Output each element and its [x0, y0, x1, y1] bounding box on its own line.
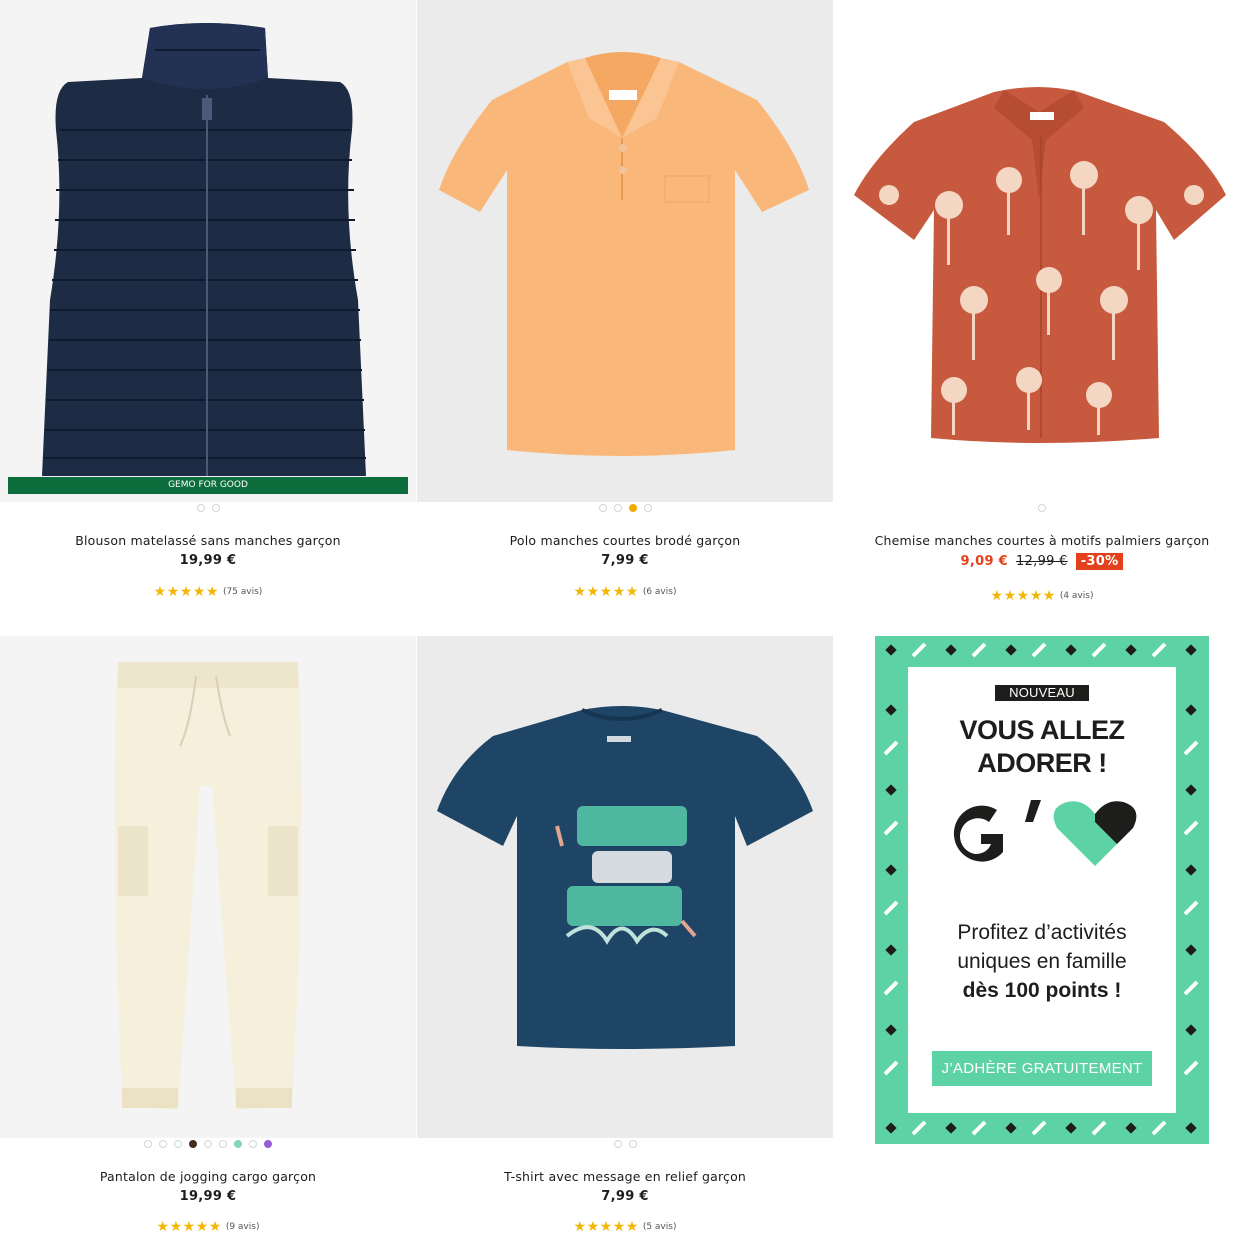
star-rating-icon: ★★★★★	[573, 584, 639, 600]
discount-badge: -30%	[1075, 553, 1124, 570]
image-pagination[interactable]	[0, 504, 416, 514]
star-rating-icon: ★★★★★	[153, 584, 219, 600]
g-heart-logo-icon	[953, 800, 1137, 866]
star-rating-icon: ★★★★★	[573, 1219, 639, 1235]
product-rating[interactable]: ★★★★★ (4 avis)	[834, 588, 1250, 604]
product-card[interactable]: T-shirt avec message en relief garçon 7,…	[417, 636, 833, 1235]
color-swatch[interactable]	[189, 1140, 197, 1148]
image-dot[interactable]	[159, 1140, 167, 1148]
product-rating[interactable]: ★★★★★ (75 avis)	[0, 584, 416, 600]
image-dot[interactable]	[628, 1140, 637, 1148]
puffer-vest-image	[42, 23, 366, 476]
promo-headline-line: ADORER !	[977, 748, 1107, 778]
product-title[interactable]: Pantalon de jogging cargo garçon	[0, 1169, 416, 1184]
product-card[interactable]: Polo manches courtes brodé garçon 7,99 €…	[417, 0, 833, 620]
review-count: (5 avis)	[642, 1222, 677, 1232]
product-rating[interactable]: ★★★★★ (5 avis)	[417, 1219, 833, 1235]
product-image[interactable]	[0, 636, 416, 1138]
product-title[interactable]: Blouson matelassé sans manches garçon	[0, 533, 416, 548]
promo-body-line: uniques en famille	[957, 950, 1127, 973]
cargo-jogger-image	[115, 662, 301, 1110]
image-dot[interactable]	[144, 1140, 152, 1148]
product-price-row: 7,99 €	[417, 553, 833, 568]
new-tag: NOUVEAU	[995, 685, 1089, 701]
tshirt-image	[437, 706, 813, 1049]
product-image[interactable]	[834, 0, 1250, 502]
product-card[interactable]: GEMO FOR GOOD Blouson matelassé sans man…	[0, 0, 416, 620]
product-price: 7,99 €	[601, 1189, 649, 1204]
image-pagination[interactable]	[417, 504, 833, 514]
product-price-row: 9,09 € 12,99 € -30%	[834, 553, 1250, 570]
star-rating-icon: ★★★★★	[156, 1219, 222, 1235]
image-dot[interactable]	[1038, 504, 1046, 512]
color-swatch[interactable]	[264, 1140, 272, 1148]
image-dot[interactable]	[211, 504, 220, 512]
image-dot[interactable]	[613, 504, 622, 512]
promo-headline-line: VOUS ALLEZ	[959, 715, 1125, 745]
join-free-button[interactable]: J’ADHÈRE GRATUITEMENT	[932, 1051, 1152, 1086]
product-image[interactable]	[417, 636, 833, 1138]
image-dot[interactable]	[249, 1140, 257, 1148]
image-dot[interactable]	[613, 1140, 622, 1148]
review-count: (6 avis)	[642, 587, 677, 597]
review-count: (4 avis)	[1059, 591, 1094, 601]
star-rating-icon: ★★★★★	[990, 588, 1056, 604]
review-count: (9 avis)	[225, 1222, 260, 1232]
image-pagination[interactable]	[0, 1140, 416, 1150]
image-dot[interactable]	[174, 1140, 182, 1148]
color-swatch[interactable]	[234, 1140, 242, 1148]
product-image[interactable]	[417, 0, 833, 502]
palm-shirt-image	[854, 87, 1226, 443]
product-title[interactable]: T-shirt avec message en relief garçon	[417, 1169, 833, 1184]
product-price: 19,99 €	[179, 553, 237, 568]
product-card[interactable]: Pantalon de jogging cargo garçon 19,99 €…	[0, 636, 416, 1235]
loyalty-promo-banner[interactable]: NOUVEAU VOUS ALLEZ ADORER ! Profitez d’a…	[875, 636, 1209, 1144]
sale-price: 9,09 €	[960, 554, 1008, 569]
image-dot[interactable]	[219, 1140, 227, 1148]
promo-body-line: dès 100 points !	[962, 979, 1122, 1002]
image-pagination[interactable]	[417, 1140, 833, 1150]
original-price: 12,99 €	[1016, 554, 1068, 569]
product-price-row: 19,99 €	[0, 1189, 416, 1204]
image-dot[interactable]	[204, 1140, 212, 1148]
image-dot-active[interactable]	[628, 504, 637, 512]
image-dot[interactable]	[598, 504, 607, 512]
product-rating[interactable]: ★★★★★ (9 avis)	[0, 1219, 416, 1235]
product-rating[interactable]: ★★★★★ (6 avis)	[417, 584, 833, 600]
image-pagination[interactable]	[834, 504, 1250, 514]
promo-body-text: Profitez d’activités uniques en famille …	[908, 918, 1176, 1005]
product-title[interactable]: Chemise manches courtes à motifs palmier…	[834, 533, 1250, 548]
image-dot[interactable]	[196, 504, 205, 512]
product-card[interactable]: Chemise manches courtes à motifs palmier…	[834, 0, 1250, 620]
polo-shirt-image	[439, 52, 809, 456]
product-price: 7,99 €	[601, 553, 649, 568]
product-price-row: 7,99 €	[417, 1189, 833, 1204]
image-dot[interactable]	[643, 504, 652, 512]
product-image[interactable]: GEMO FOR GOOD	[0, 0, 416, 502]
product-price: 19,99 €	[179, 1189, 237, 1204]
product-price-row: 19,99 €	[0, 553, 416, 568]
promo-headline: VOUS ALLEZ ADORER !	[908, 714, 1176, 780]
promo-body-line: Profitez d’activités	[957, 921, 1127, 944]
gemo-for-good-badge: GEMO FOR GOOD	[8, 477, 408, 494]
review-count: (75 avis)	[222, 587, 263, 597]
product-title[interactable]: Polo manches courtes brodé garçon	[417, 533, 833, 548]
